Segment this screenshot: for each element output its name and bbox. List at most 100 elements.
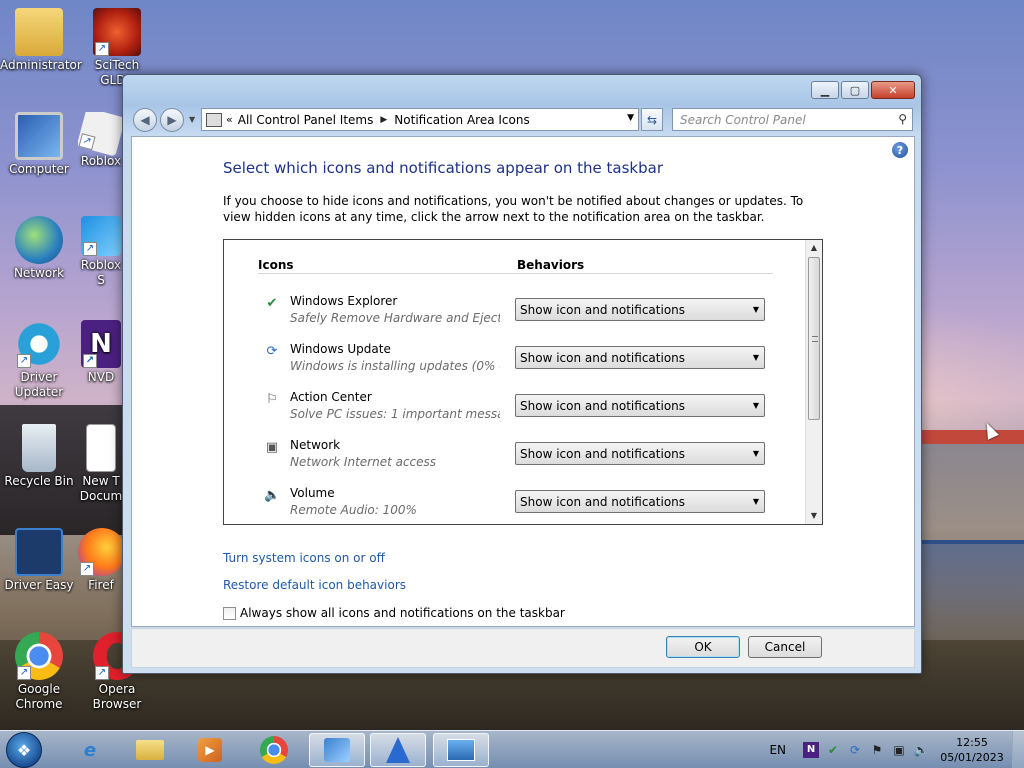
desktop-icon-network[interactable]: Network (0, 216, 78, 281)
breadcrumb-overflow-icon[interactable]: « (226, 113, 233, 126)
behavior-value: Show icon and notifications (520, 303, 686, 317)
desktop-icon-label: Network (13, 266, 65, 280)
help-icon[interactable]: ? (892, 142, 908, 158)
maximize-button[interactable]: ▢ (841, 81, 869, 99)
clock[interactable]: 12:55 05/01/2023 (932, 735, 1012, 765)
taskbar-pinned-app[interactable] (370, 733, 426, 767)
notification-icons-list: Icons Behaviors ✔ Windows Explorer Safel… (223, 239, 823, 525)
taskbar-control-panel[interactable] (309, 733, 365, 767)
forward-button[interactable]: ▶ (160, 108, 184, 132)
restore-defaults-link[interactable]: Restore default icon behaviors (223, 578, 406, 592)
scrollbar-thumb[interactable] (808, 257, 820, 420)
chevron-down-icon: ▼ (752, 401, 759, 410)
clock-time: 12:55 (956, 736, 988, 749)
chevron-down-icon: ▼ (752, 449, 759, 458)
windows-logo-icon: ❖ (16, 740, 32, 760)
grip-icon (812, 336, 818, 342)
desktop-icon-driver-easy[interactable]: Driver Easy (0, 528, 78, 593)
behavior-value: Show icon and notifications (520, 399, 686, 413)
shortcut-arrow-icon: ↗ (83, 354, 97, 368)
search-input[interactable]: Search Control Panel ⚲ (672, 108, 913, 131)
item-description: Remote Audio: 100% (290, 503, 417, 517)
internet-explorer-icon: e (83, 739, 97, 761)
list-item: ⚐ Action Center Solve PC issues: 1 impor… (258, 388, 778, 436)
scroll-up-icon[interactable]: ▲ (806, 240, 822, 256)
item-name: Windows Update (290, 342, 391, 356)
volume-icon: 🔈 (264, 488, 281, 503)
desktop-icon-driver-updater[interactable]: ↗ Driver Updater (0, 320, 78, 400)
behavior-value: Show icon and notifications (520, 495, 686, 509)
breadcrumb-root[interactable]: All Control Panel Items (238, 113, 374, 127)
chevron-down-icon: ▼ (752, 353, 759, 362)
close-button[interactable]: ✕ (871, 81, 915, 99)
ok-button[interactable]: OK (666, 636, 740, 658)
breadcrumb-current[interactable]: Notification Area Icons (394, 113, 529, 127)
desktop-icon-administrator[interactable]: Administrator (0, 8, 82, 73)
item-description: Safely Remove Hardware and Eject M... (290, 311, 500, 325)
list-item: ▣ Network Network Internet access Show i… (258, 436, 778, 484)
column-header-icons: Icons (258, 258, 294, 272)
volume-icon[interactable]: 🔈 (913, 742, 929, 758)
behavior-dropdown[interactable]: Show icon and notifications ▼ (515, 490, 765, 513)
desktop-icon-nvda[interactable]: N ↗ NVD (78, 320, 124, 385)
user-folder-icon (15, 8, 63, 56)
address-dropdown-icon[interactable]: ▼ (627, 113, 634, 123)
recent-pages-dropdown[interactable]: ▼ (189, 115, 195, 124)
turn-system-icons-link[interactable]: Turn system icons on or off (223, 551, 385, 565)
desktop-icon-roblox[interactable]: ↗ Roblox (78, 112, 124, 169)
search-icon[interactable]: ⚲ (898, 112, 907, 126)
media-player-icon: ▶ (198, 738, 222, 762)
desktop-icon-firefox[interactable]: ↗ Firef (78, 528, 124, 593)
shortcut-arrow-icon: ↗ (17, 354, 31, 368)
driver-easy-icon (15, 528, 63, 576)
desktop-icon-label: New T Docum (79, 474, 123, 503)
taskbar-internet-explorer[interactable]: e (62, 733, 118, 767)
clock-date: 05/01/2023 (940, 751, 1004, 764)
desktop-icon-google-chrome[interactable]: ↗ Google Chrome (0, 632, 78, 712)
back-button[interactable]: ◀ (133, 108, 157, 132)
page-description: If you choose to hide icons and notifica… (223, 194, 804, 224)
scitech-gl-icon: ↗ (93, 8, 141, 56)
item-name: Windows Explorer (290, 294, 398, 308)
minimize-button[interactable]: ▁ (811, 81, 839, 99)
behavior-dropdown[interactable]: Show icon and notifications ▼ (515, 394, 765, 417)
breadcrumb-separator-icon[interactable]: ▶ (380, 115, 387, 125)
shortcut-arrow-icon: ↗ (83, 242, 97, 256)
checkbox-box[interactable] (223, 606, 236, 620)
taskbar-chrome[interactable] (246, 733, 302, 767)
taskbar-media-player[interactable]: ▶ (182, 733, 238, 767)
action-center-flag-icon[interactable]: ⚑ (869, 742, 885, 758)
shortcut-arrow-icon: ↗ (95, 42, 109, 56)
taskbar-notification-icons[interactable] (433, 733, 489, 767)
windows-update-icon[interactable]: ⟳ (847, 742, 863, 758)
desktop-icon-roblox-studio[interactable]: ↗ Roblox S (78, 216, 124, 288)
checkbox-label: Always show all icons and notifications … (240, 606, 565, 620)
behavior-dropdown[interactable]: Show icon and notifications ▼ (515, 298, 765, 321)
behavior-dropdown[interactable]: Show icon and notifications ▼ (515, 442, 765, 465)
safely-remove-hardware-icon[interactable]: ✔ (825, 742, 841, 758)
desktop-icon-new-text-document[interactable]: New T Docum (78, 424, 124, 504)
chevron-down-icon: ▼ (752, 305, 759, 314)
desktop-icon-label: Firef (88, 578, 114, 592)
language-indicator[interactable]: EN (769, 743, 786, 757)
start-button[interactable]: ❖ (6, 732, 42, 768)
network-icon[interactable]: ▣ (891, 742, 907, 758)
notification-area-icon (447, 739, 475, 761)
refresh-button[interactable]: ⇆ (641, 108, 663, 131)
nvda-tray-icon[interactable]: N (803, 742, 819, 758)
address-bar[interactable]: « All Control Panel Items ▶ Notification… (201, 108, 639, 131)
desktop-icon-recycle-bin[interactable]: Recycle Bin (0, 424, 78, 489)
control-panel-icon (324, 738, 350, 762)
show-desktop-button[interactable] (1012, 731, 1024, 768)
taskbar-file-explorer[interactable] (122, 733, 178, 767)
list-scrollbar[interactable]: ▲ ▼ (805, 240, 822, 524)
roblox-icon: ↗ (78, 112, 124, 157)
cancel-button[interactable]: Cancel (748, 636, 822, 658)
scroll-down-icon[interactable]: ▼ (806, 508, 822, 524)
desktop-icon-label: Computer (9, 162, 69, 176)
header-divider (258, 273, 773, 274)
folder-icon (136, 740, 164, 760)
always-show-checkbox[interactable]: Always show all icons and notifications … (223, 606, 565, 620)
desktop-icon-computer[interactable]: Computer (0, 112, 78, 177)
behavior-dropdown[interactable]: Show icon and notifications ▼ (515, 346, 765, 369)
